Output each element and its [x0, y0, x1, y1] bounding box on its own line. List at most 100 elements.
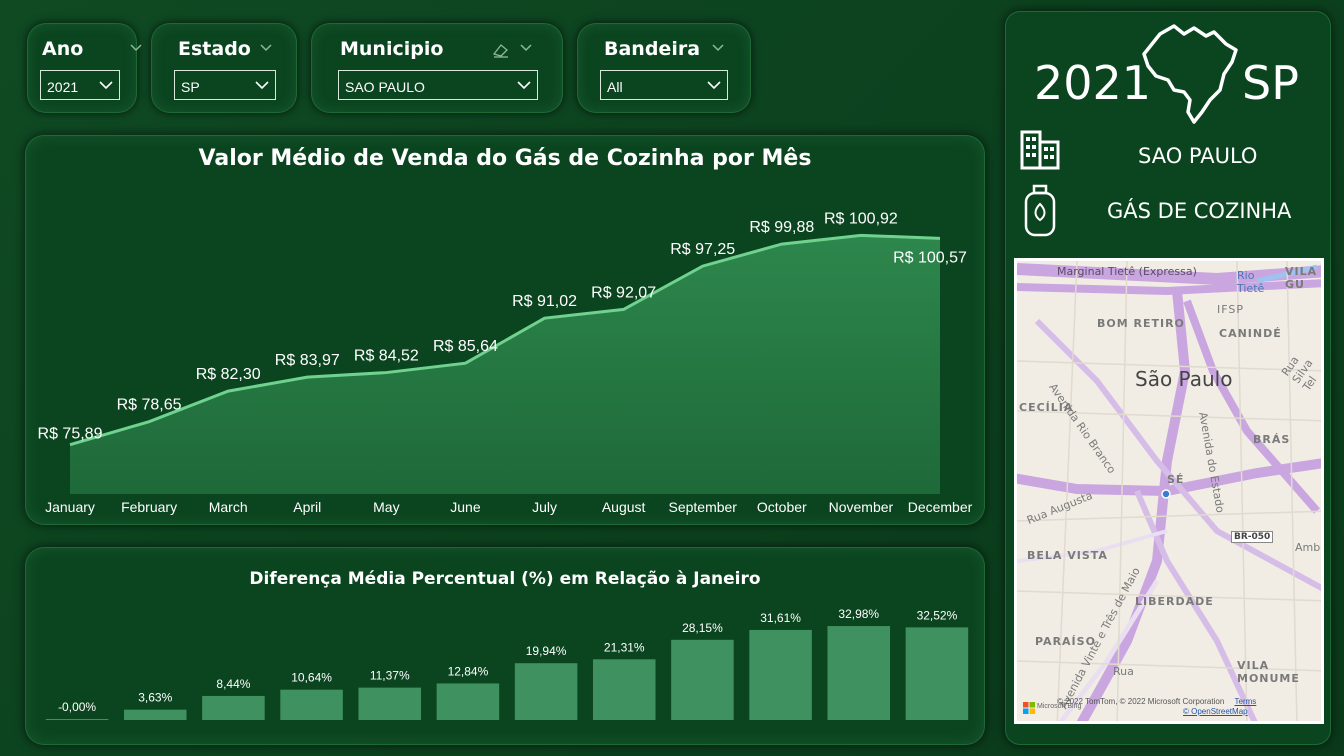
bar[interactable]: [749, 629, 812, 720]
data-label: R$ 91,02: [512, 293, 577, 310]
filter-ano-value: 2021: [47, 79, 79, 95]
chevron-down-icon: [255, 81, 269, 90]
x-tick-label: August: [602, 499, 646, 515]
chevron-down-icon: [99, 81, 113, 90]
map-street-label: Rio Tietê: [1237, 269, 1265, 295]
x-tick-label: May: [373, 499, 399, 515]
map-district-label: CANINDÉ: [1219, 327, 1282, 340]
microsoft-logo-icon: [1023, 702, 1035, 714]
filter-estado-dropdown[interactable]: SP: [174, 70, 276, 100]
data-label: R$ 99,88: [749, 219, 814, 236]
bar-data-label: 3,63%: [138, 691, 172, 705]
filter-bandeira-title: Bandeira: [604, 38, 701, 60]
data-label: R$ 78,65: [117, 397, 182, 414]
filter-estado-title: Estado: [178, 38, 251, 60]
chevron-down-icon[interactable]: [130, 42, 142, 54]
x-tick-label: February: [121, 499, 177, 515]
map-district-label: VILA GU: [1285, 265, 1318, 291]
filter-ano[interactable]: Ano 2021: [28, 24, 142, 112]
map-road-badge: BR-050: [1231, 531, 1274, 543]
map-district-label: IFSP: [1217, 303, 1244, 316]
summary-state: SP: [1242, 56, 1299, 110]
map-street-label: Rua: [1113, 665, 1134, 678]
filter-bandeira-dropdown[interactable]: All: [600, 70, 728, 100]
map-osm-link[interactable]: © OpenStreetMap: [1183, 707, 1248, 716]
data-label: R$ 85,64: [433, 338, 498, 355]
data-label: R$ 84,52: [354, 348, 419, 365]
filter-municipio-title: Municipio: [340, 38, 444, 60]
data-label: R$ 97,25: [670, 241, 735, 258]
chevron-down-icon: [707, 81, 721, 90]
data-label: R$ 92,07: [591, 284, 656, 301]
bar-data-label: 8,44%: [216, 677, 250, 691]
chevron-down-icon[interactable]: [712, 42, 724, 54]
filter-estado[interactable]: Estado SP: [152, 24, 296, 112]
gas-cylinder-icon: [1024, 184, 1056, 237]
bar-data-label: -0,00%: [58, 700, 96, 714]
bar[interactable]: [202, 695, 265, 720]
map-street-label: Marginal Tietê (Expressa): [1057, 265, 1197, 278]
filter-estado-value: SP: [181, 79, 200, 95]
data-label: R$ 82,30: [196, 366, 261, 383]
filter-municipio-value: SAO PAULO: [345, 79, 425, 95]
summary-product: GÁS DE COZINHA: [1107, 199, 1292, 223]
bar-data-label: 10,64%: [291, 671, 332, 685]
x-tick-label: July: [532, 499, 557, 515]
map-bing-label: Microsoft Bing: [1037, 703, 1082, 710]
map-district-label: PARAÍSO: [1035, 635, 1096, 648]
chevron-down-icon[interactable]: [520, 42, 532, 54]
map-district-label: BOM RETIRO: [1097, 317, 1185, 330]
bar-data-label: 31,61%: [760, 611, 801, 625]
bar[interactable]: [358, 687, 422, 720]
brazil-map-icon: [1142, 24, 1238, 124]
chevron-down-icon: [517, 81, 531, 90]
bar[interactable]: [436, 683, 500, 720]
filter-ano-dropdown[interactable]: 2021: [40, 70, 120, 100]
data-label: R$ 75,89: [38, 426, 103, 443]
map-city-label: São Paulo: [1135, 367, 1233, 391]
map-district-label: Ambev: [1295, 541, 1321, 554]
bar[interactable]: [45, 719, 109, 720]
bar[interactable]: [905, 627, 969, 720]
bar[interactable]: [280, 689, 343, 720]
map-district-label: SÉ: [1167, 473, 1185, 486]
filter-bandeira[interactable]: Bandeira All: [578, 24, 750, 112]
map-attribution-text: © 2022 TomTom, © 2022 Microsoft Corporat…: [1057, 697, 1225, 706]
map-visual[interactable]: Marginal Tietê (Expressa) Rio Tietê VILA…: [1014, 258, 1324, 724]
eraser-icon[interactable]: [492, 42, 510, 58]
area-chart: R$ 75,89 January R$ 78,65 February R$ 82,30 M…: [38, 210, 973, 515]
bar-data-label: 32,52%: [917, 608, 958, 622]
buildings-icon: [1020, 130, 1060, 170]
filter-municipio-dropdown[interactable]: SAO PAULO: [338, 70, 538, 100]
x-tick-label: October: [757, 499, 807, 515]
x-tick-label: September: [668, 499, 737, 515]
bar-data-label: 11,37%: [370, 669, 410, 683]
area-fill: [70, 235, 940, 494]
map-district-label: BRÁS: [1253, 433, 1291, 446]
chevron-down-icon[interactable]: [260, 42, 272, 54]
x-tick-label: November: [829, 499, 894, 515]
bar[interactable]: [671, 639, 734, 720]
x-tick-label: June: [450, 499, 481, 515]
bar[interactable]: [592, 659, 656, 720]
map-bing-logo: Microsoft Bing: [1023, 701, 1081, 719]
bar-data-label: 19,94%: [526, 644, 567, 658]
bar[interactable]: [827, 626, 891, 720]
x-tick-label: March: [209, 499, 248, 515]
filter-municipio[interactable]: Municipio SAO PAULO: [312, 24, 562, 112]
filter-ano-title: Ano: [42, 38, 84, 60]
data-label: R$ 100,92: [824, 210, 898, 227]
map-terms-link[interactable]: Terms: [1235, 697, 1257, 706]
x-tick-label: December: [908, 499, 973, 515]
bar-chart: -0,00% 3,63% 8,44% 10,64% 11,37% 12,84% 19,94%…: [45, 607, 969, 720]
summary-year: 2021: [1034, 56, 1152, 110]
bar-data-label: 12,84%: [448, 664, 489, 678]
map-district-label: BELA VISTA: [1027, 549, 1108, 562]
data-label: R$ 83,97: [275, 352, 340, 369]
bar[interactable]: [123, 709, 187, 720]
bar-data-label: 32,98%: [838, 607, 879, 621]
bar[interactable]: [514, 663, 578, 720]
filter-bandeira-value: All: [607, 79, 623, 95]
map-district-label: VILA MONUME: [1237, 659, 1300, 685]
bar-data-label: 28,15%: [682, 621, 723, 635]
